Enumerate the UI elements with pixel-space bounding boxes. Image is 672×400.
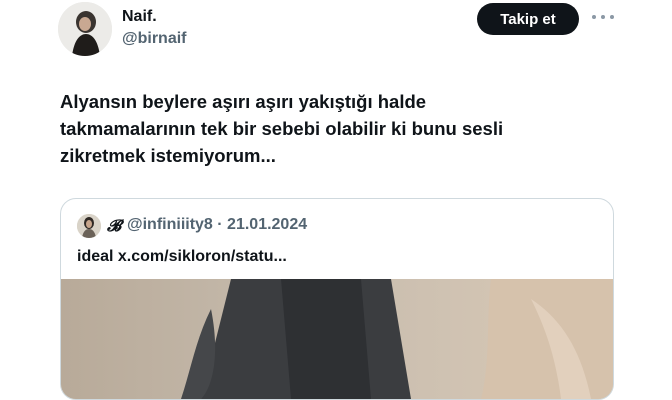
tweet-text: Alyansın beylere aşırı aşırı yakıştığı h… — [60, 88, 580, 169]
follow-button[interactable]: Takip et — [477, 3, 579, 35]
tweet-text-line: Alyansın beylere aşırı aşırı yakıştığı h… — [60, 91, 427, 112]
quoted-author-name: 𝓑 — [107, 216, 122, 235]
more-dot — [610, 15, 614, 19]
quoted-avatar-image — [77, 214, 101, 238]
author-name[interactable]: Naif. — [122, 8, 157, 26]
quoted-media-photo — [61, 279, 613, 399]
quoted-media[interactable] — [61, 279, 613, 399]
author-avatar[interactable] — [58, 2, 112, 56]
tweet-text-line: zikretmek istemiyorum... — [60, 145, 276, 166]
more-dot — [601, 15, 605, 19]
author-handle[interactable]: @birnaif — [122, 30, 187, 48]
quoted-tweet-text: ideal x.com/sikloron/statu... — [77, 248, 287, 265]
more-horizontal-icon[interactable] — [592, 8, 614, 26]
quoted-tweet[interactable]: 𝓑 @infiniiity8 · 21.01.2024 ideal x.com/… — [60, 198, 614, 400]
quoted-author-avatar — [77, 214, 101, 238]
author-avatar-image — [58, 2, 112, 56]
tweet-text-line: takmamalarının tek bir sebebi olabilir k… — [60, 118, 504, 139]
quoted-author-handle-date: @infiniiity8 · 21.01.2024 — [127, 216, 308, 233]
more-dot — [592, 15, 596, 19]
